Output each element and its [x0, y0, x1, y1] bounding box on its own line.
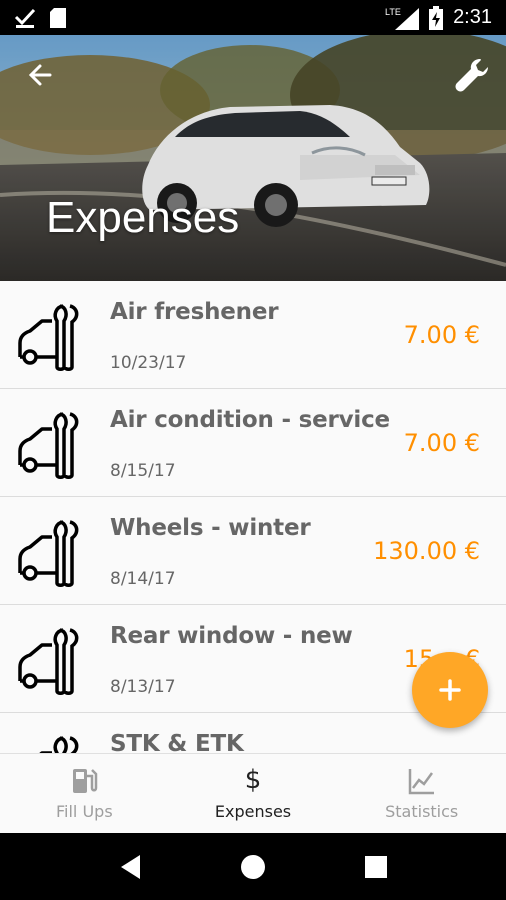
checkmark-notification-icon [14, 8, 36, 28]
chart-icon [408, 769, 434, 795]
status-left [14, 7, 66, 29]
expense-amount: 7.00 € [403, 321, 480, 349]
expense-title: Wheels - winter [110, 515, 311, 541]
svg-text:LTE: LTE [385, 7, 401, 17]
home-circle-icon[interactable] [239, 853, 267, 881]
expense-title: Rear window - new [110, 623, 353, 649]
fuel-pump-icon [73, 769, 98, 793]
expense-date: 8/14/17 [110, 569, 176, 589]
nav-label: Fill Ups [56, 802, 113, 821]
battery-charging-icon [429, 5, 444, 30]
expense-title: Air freshener [110, 299, 279, 325]
add-expense-button[interactable] [412, 652, 488, 728]
sd-card-icon [50, 7, 66, 28]
status-bar: LTE 2:31 [0, 0, 506, 35]
status-time: 2:31 [453, 6, 492, 28]
nav-label: Expenses [214, 802, 292, 821]
expense-amount: 7.00 € [403, 429, 480, 457]
plus-icon [439, 679, 461, 701]
dollar-icon: $ [244, 765, 262, 795]
car-repair-icon [18, 628, 79, 695]
wrench-icon [455, 59, 488, 92]
bottom-nav: Fill Ups $ Expenses Statistics [0, 753, 506, 833]
nav-fill-ups[interactable]: Fill Ups [0, 754, 169, 833]
car-repair-icon [18, 412, 79, 479]
nav-statistics[interactable]: Statistics [337, 754, 506, 833]
header-hero: Expenses [0, 35, 506, 281]
nav-label: Statistics [385, 802, 459, 821]
car-repair-icon [18, 304, 79, 371]
arrow-back-icon [28, 64, 52, 86]
car-repair-icon [39, 736, 79, 753]
expense-date: 8/13/17 [110, 677, 176, 697]
recents-square-icon[interactable] [364, 855, 388, 879]
settings-button[interactable] [452, 55, 492, 95]
page-title: Expenses [46, 193, 240, 242]
back-button[interactable] [24, 59, 56, 91]
car-repair-icon [18, 520, 79, 587]
system-nav-bar [0, 833, 506, 900]
status-right: LTE 2:31 [385, 5, 492, 30]
car-hero-image [0, 35, 506, 281]
expense-date: 10/23/17 [110, 353, 187, 373]
expense-amount: 130.00 € [373, 537, 480, 565]
back-triangle-icon[interactable] [118, 853, 142, 881]
nav-expenses[interactable]: $ Expenses [169, 754, 338, 833]
expense-row[interactable]: Wheels - winter 8/14/17 130.00 € [0, 497, 506, 605]
lte-signal-icon: LTE [385, 7, 420, 30]
expense-title: STK & ETK [110, 731, 244, 753]
expense-row[interactable]: Air condition - service 8/15/17 7.00 € [0, 389, 506, 497]
expense-title: Air condition - service [110, 407, 390, 433]
expense-date: 8/15/17 [110, 461, 176, 481]
expense-row[interactable]: Air freshener 10/23/17 7.00 € [0, 281, 506, 389]
